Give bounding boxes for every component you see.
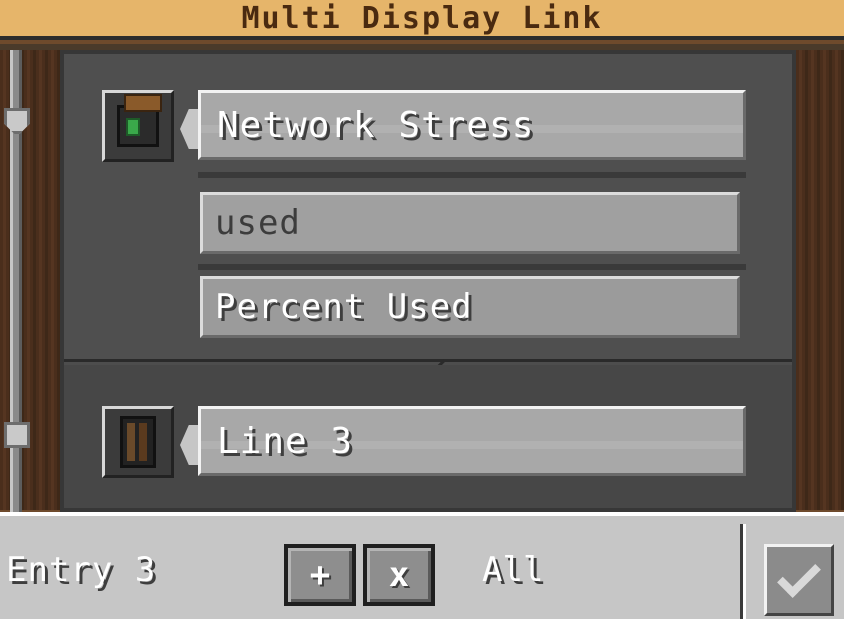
add-entry-button[interactable]: +	[284, 544, 356, 606]
confirm-button[interactable]	[764, 544, 834, 616]
option-select[interactable]: Percent Used	[200, 276, 740, 338]
bottom-toolbar: Entry 3 + x All	[0, 512, 844, 619]
target-label: Line 3	[217, 420, 354, 462]
source-label: Network Stress	[217, 104, 535, 146]
option-text-input[interactable]: used	[200, 192, 740, 254]
title-bar: Multi Display Link	[0, 0, 844, 40]
option-input-value: used	[215, 203, 301, 243]
display-link-icon	[120, 416, 156, 468]
check-icon	[777, 554, 821, 598]
remove-entry-button[interactable]: x	[363, 544, 435, 606]
option-select-value: Percent Used	[215, 287, 473, 327]
entry-label: Entry 3	[6, 550, 157, 590]
source-label-bar[interactable]: Network Stress	[198, 90, 746, 160]
source-item-slot[interactable]	[102, 90, 174, 162]
stressometer-icon	[117, 94, 162, 147]
target-label-bar[interactable]: Line 3	[198, 406, 746, 476]
rail-knob-bottom[interactable]	[4, 422, 30, 448]
wood-panel-right	[796, 50, 844, 510]
config-panel: Network Stress used Percent Used Line 3	[60, 50, 796, 512]
all-label: All	[482, 550, 544, 590]
toolbar-divider	[740, 524, 746, 619]
source-section: Network Stress used Percent Used	[64, 54, 792, 362]
target-item-slot[interactable]	[102, 406, 174, 478]
option-separator	[198, 172, 746, 178]
option-separator	[198, 264, 746, 270]
window-title: Multi Display Link	[241, 0, 603, 36]
